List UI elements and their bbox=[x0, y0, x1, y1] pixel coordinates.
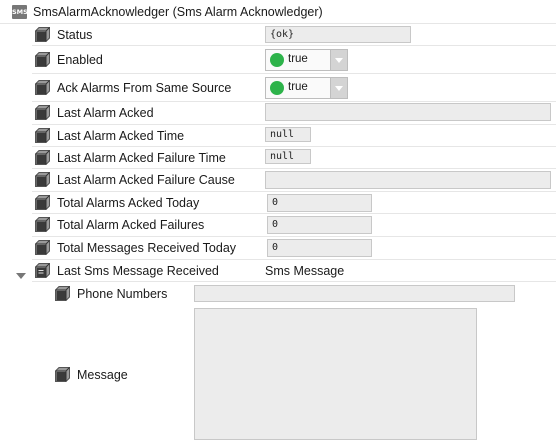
property-row-total-alarm-acked-failures: Total Alarm Acked Failures 0 bbox=[0, 214, 556, 237]
property-slot-icon bbox=[35, 105, 50, 120]
component-header: SMS SmsAlarmAcknowledger (Sms Alarm Ackn… bbox=[0, 0, 556, 24]
last-failure-time-label: Last Alarm Acked Failure Time bbox=[57, 151, 226, 165]
ack-same-source-select-value: true bbox=[288, 81, 308, 93]
last-failure-cause-label: Last Alarm Acked Failure Cause bbox=[57, 173, 235, 187]
last-failure-cause-field bbox=[265, 171, 551, 189]
component-title: SmsAlarmAcknowledger (Sms Alarm Acknowle… bbox=[33, 5, 323, 19]
expand-collapse-icon[interactable] bbox=[16, 268, 26, 282]
property-slot-icon bbox=[35, 240, 50, 255]
enabled-status-dot-icon bbox=[270, 53, 284, 67]
property-slot-icon bbox=[35, 80, 50, 95]
ack-same-source-label: Ack Alarms From Same Source bbox=[57, 81, 232, 95]
last-sms-message-received-value: Sms Message bbox=[265, 264, 345, 278]
property-slot-icon bbox=[35, 172, 50, 187]
last-alarm-acked-label: Last Alarm Acked bbox=[57, 106, 154, 120]
property-slot-icon bbox=[55, 286, 70, 301]
property-row-enabled: Enabled true bbox=[0, 46, 556, 74]
total-messages-received-today-label: Total Messages Received Today bbox=[57, 241, 237, 255]
property-row-last-sms-message-received: Last Sms Message Received Sms Message bbox=[0, 260, 556, 282]
ack-same-source-dropdown-button[interactable] bbox=[330, 78, 347, 98]
status-field: {ok} bbox=[265, 26, 411, 43]
sms-message-icon bbox=[35, 263, 50, 278]
total-alarms-acked-today-label: Total Alarms Acked Today bbox=[57, 196, 200, 210]
property-slot-icon bbox=[35, 217, 50, 232]
total-messages-received-today-field: 0 bbox=[267, 239, 372, 257]
property-row-last-alarm-acked: Last Alarm Acked bbox=[0, 102, 556, 125]
last-alarm-acked-time-label: Last Alarm Acked Time bbox=[57, 129, 185, 143]
property-row-last-failure-cause: Last Alarm Acked Failure Cause bbox=[0, 169, 556, 192]
property-row-status: Status {ok} bbox=[0, 24, 556, 46]
message-label: Message bbox=[77, 368, 128, 382]
property-row-ack-same-source: Ack Alarms From Same Source true bbox=[0, 74, 556, 102]
property-slot-icon bbox=[55, 367, 70, 382]
phone-numbers-field bbox=[194, 285, 515, 302]
property-row-total-messages-received-today: Total Messages Received Today 0 bbox=[0, 237, 556, 260]
enabled-label: Enabled bbox=[57, 53, 103, 67]
property-slot-icon bbox=[35, 150, 50, 165]
property-slot-icon bbox=[35, 52, 50, 67]
status-label: Status bbox=[57, 28, 93, 42]
chevron-down-icon bbox=[335, 58, 343, 63]
ack-same-source-select[interactable]: true bbox=[265, 77, 348, 99]
phone-numbers-label: Phone Numbers bbox=[77, 287, 168, 301]
property-slot-icon bbox=[35, 27, 50, 42]
last-alarm-acked-field bbox=[265, 103, 551, 121]
enabled-select-value: true bbox=[288, 53, 308, 65]
property-row-last-alarm-acked-time: Last Alarm Acked Time null bbox=[0, 125, 556, 147]
total-alarm-acked-failures-field: 0 bbox=[267, 216, 372, 234]
total-alarm-acked-failures-label: Total Alarm Acked Failures bbox=[57, 218, 205, 232]
property-slot-icon bbox=[35, 128, 50, 143]
total-alarms-acked-today-field: 0 bbox=[267, 194, 372, 212]
property-row-phone-numbers: Phone Numbers bbox=[0, 282, 556, 305]
property-row-total-alarms-acked-today: Total Alarms Acked Today 0 bbox=[0, 192, 556, 214]
sms-logo-icon: SMS bbox=[12, 5, 28, 19]
enabled-dropdown-button[interactable] bbox=[330, 50, 347, 70]
property-slot-icon bbox=[35, 195, 50, 210]
chevron-down-icon bbox=[335, 86, 343, 91]
last-alarm-acked-time-field: null bbox=[265, 127, 311, 142]
property-row-last-failure-time: Last Alarm Acked Failure Time null bbox=[0, 147, 556, 169]
ack-same-source-status-dot-icon bbox=[270, 81, 284, 95]
message-textarea bbox=[194, 308, 477, 440]
last-sms-message-received-label: Last Sms Message Received bbox=[57, 264, 219, 278]
last-failure-time-field: null bbox=[265, 149, 311, 164]
enabled-select[interactable]: true bbox=[265, 49, 348, 71]
